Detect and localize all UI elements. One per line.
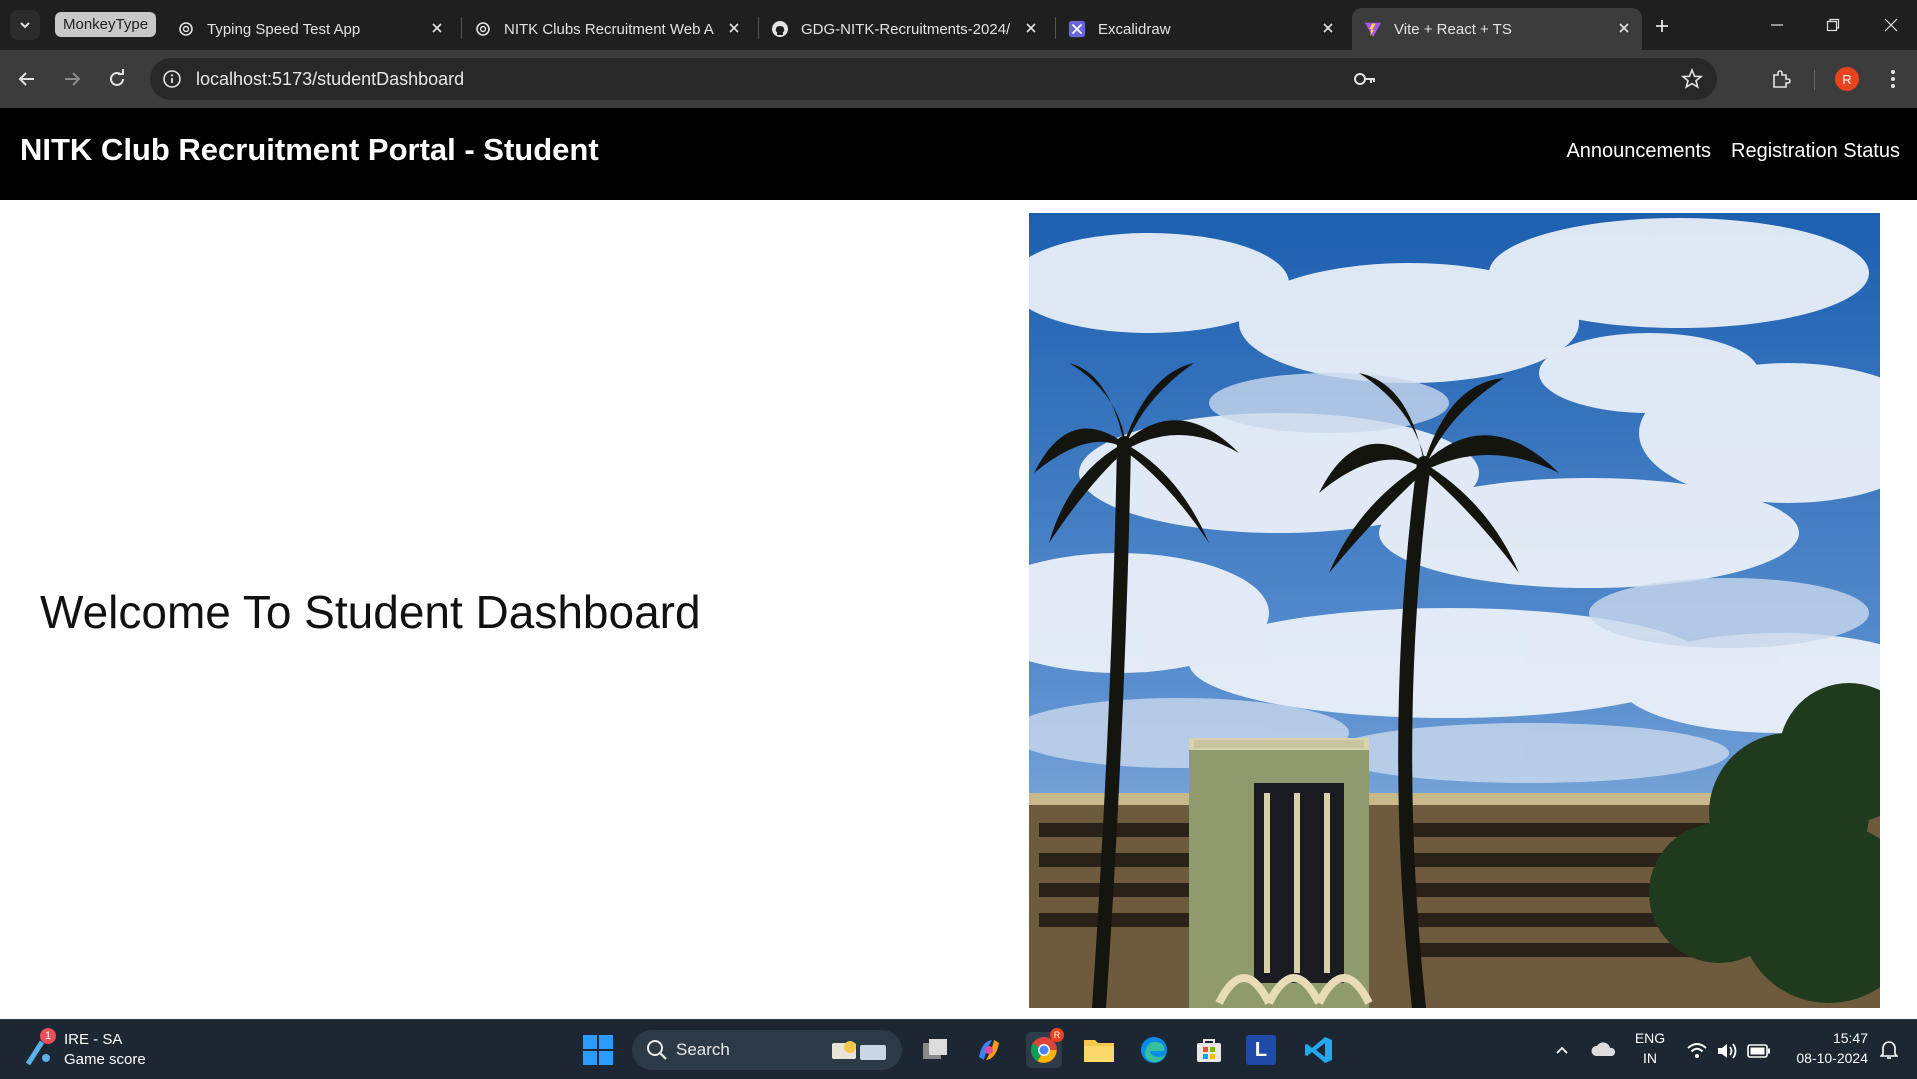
- search-highlight-icon: [832, 1041, 886, 1060]
- reload-icon: [110, 69, 124, 86]
- tab-group-label[interactable]: MonkeyType: [55, 12, 157, 37]
- chevron-up-icon[interactable]: [1554, 1042, 1570, 1058]
- bookmark-star-icon[interactable]: [1681, 68, 1703, 90]
- lang-bottom: IN: [1643, 1050, 1657, 1066]
- extensions-button[interactable]: [1766, 64, 1796, 94]
- more-vertical-icon: [1891, 70, 1895, 88]
- restore-button[interactable]: [1818, 10, 1848, 40]
- taskbar-search[interactable]: Search: [632, 1030, 902, 1070]
- excalidraw-icon: [1068, 20, 1086, 38]
- tab-excalidraw[interactable]: Excalidraw: [1056, 8, 1346, 50]
- tab-title: NITK Clubs Recruitment Web App: [504, 20, 714, 38]
- onedrive-icon[interactable]: [1591, 1040, 1617, 1060]
- taskbar-copilot[interactable]: [971, 1032, 1007, 1068]
- browser-tab-strip: MonkeyType Typing Speed Test App NITK Cl…: [0, 0, 1917, 50]
- taskbar-vscode[interactable]: [1301, 1032, 1337, 1068]
- taskbar-chrome[interactable]: R: [1026, 1028, 1064, 1068]
- puzzle-icon: [1773, 70, 1791, 88]
- tab-title: Excalidraw: [1098, 20, 1171, 38]
- battery-icon[interactable]: [1747, 1044, 1771, 1058]
- tab-github[interactable]: GDG-NITK-Recruitments-2024/: [759, 8, 1049, 50]
- taskbar-file-explorer[interactable]: [1081, 1032, 1117, 1068]
- wifi-icon[interactable]: [1687, 1042, 1707, 1060]
- widget-title: IRE - SA: [64, 1031, 123, 1048]
- restore-icon: [1826, 18, 1840, 32]
- profile-avatar[interactable]: R: [1835, 67, 1859, 91]
- nav-link-announcements[interactable]: Announcements: [1566, 140, 1711, 163]
- address-bar[interactable]: localhost:5173/studentDashboard: [150, 58, 1717, 100]
- nav-link-registration-status[interactable]: Registration Status: [1731, 140, 1900, 163]
- toolbar-divider: [1814, 70, 1815, 90]
- taskbar-app-l[interactable]: L: [1246, 1035, 1276, 1065]
- windows-taskbar: 1 IRE - SA Game score Search R L ENG IN …: [0, 1019, 1917, 1079]
- tab-typing-speed[interactable]: Typing Speed Test App: [165, 8, 455, 50]
- campus-image: [1029, 213, 1880, 1008]
- clock[interactable]: 15:47 08-10-2024: [1782, 1028, 1868, 1068]
- close-icon[interactable]: [724, 18, 744, 38]
- copilot-icon: [979, 1040, 999, 1060]
- page-navbar: NITK Club Recruitment Portal - Student A…: [0, 108, 1917, 200]
- close-icon[interactable]: [1614, 18, 1634, 38]
- task-view-icon: [923, 1039, 947, 1059]
- github-icon: [771, 20, 789, 38]
- tab-search-button[interactable]: [10, 10, 40, 40]
- openai-icon: [474, 20, 492, 38]
- page-brand-title[interactable]: NITK Club Recruitment Portal - Student: [20, 132, 599, 168]
- close-icon: [1884, 18, 1898, 32]
- nav-links: Announcements Registration Status: [1566, 140, 1900, 163]
- site-info-icon[interactable]: [162, 69, 182, 89]
- minimize-icon: [1771, 24, 1783, 26]
- arrow-left-icon: [18, 72, 34, 86]
- chevron-down-icon: [20, 22, 30, 29]
- search-label: Search: [676, 1040, 730, 1059]
- taskbar-task-view[interactable]: [917, 1032, 953, 1068]
- welcome-heading: Welcome To Student Dashboard: [40, 586, 701, 638]
- lang-top: ENG: [1634, 1030, 1666, 1046]
- tab-title: GDG-NITK-Recruitments-2024/: [801, 20, 1011, 38]
- clock-date: 08-10-2024: [1796, 1050, 1868, 1066]
- widget-subtitle: Game score: [64, 1051, 146, 1068]
- back-button[interactable]: [12, 64, 42, 94]
- edge-icon: [1141, 1037, 1167, 1063]
- language-indicator[interactable]: ENG IN: [1632, 1028, 1668, 1068]
- vscode-icon: [1305, 1037, 1332, 1063]
- windows-start-icon[interactable]: [582, 1034, 614, 1066]
- notification-bell-icon[interactable]: [1880, 1040, 1898, 1060]
- new-tab-button[interactable]: [1648, 12, 1676, 40]
- store-icon: [1197, 1039, 1221, 1062]
- arrow-right-icon: [65, 72, 81, 86]
- search-icon: [647, 1040, 667, 1060]
- vite-icon: [1364, 20, 1382, 38]
- minimize-button[interactable]: [1762, 10, 1792, 40]
- password-key-icon[interactable]: [1353, 68, 1377, 90]
- close-window-button[interactable]: [1876, 10, 1906, 40]
- tab-nitk-clubs[interactable]: NITK Clubs Recruitment Web App: [462, 8, 752, 50]
- taskbar-store[interactable]: [1191, 1032, 1227, 1068]
- notification-badge: 1: [40, 1028, 56, 1044]
- news-widget[interactable]: 1 IRE - SA Game score: [24, 1028, 146, 1070]
- taskbar-edge[interactable]: [1136, 1032, 1172, 1068]
- chrome-profile-badge: R: [1050, 1028, 1064, 1042]
- tab-title: Vite + React + TS: [1394, 20, 1512, 38]
- browser-toolbar: localhost:5173/studentDashboard R: [0, 50, 1917, 108]
- close-icon[interactable]: [1318, 18, 1338, 38]
- close-icon[interactable]: [427, 18, 447, 38]
- folder-icon: [1084, 1040, 1114, 1062]
- close-icon[interactable]: [1021, 18, 1041, 38]
- reload-button[interactable]: [102, 64, 132, 94]
- tab-vite-react[interactable]: Vite + React + TS: [1352, 8, 1642, 50]
- forward-button[interactable]: [57, 64, 87, 94]
- plus-icon: [1656, 20, 1668, 32]
- tab-title: Typing Speed Test App: [207, 20, 361, 38]
- url-text[interactable]: localhost:5173/studentDashboard: [196, 69, 464, 90]
- browser-menu-button[interactable]: [1878, 64, 1908, 94]
- clock-time: 15:47: [1832, 1030, 1868, 1046]
- volume-icon[interactable]: [1716, 1041, 1738, 1061]
- openai-icon: [177, 20, 195, 38]
